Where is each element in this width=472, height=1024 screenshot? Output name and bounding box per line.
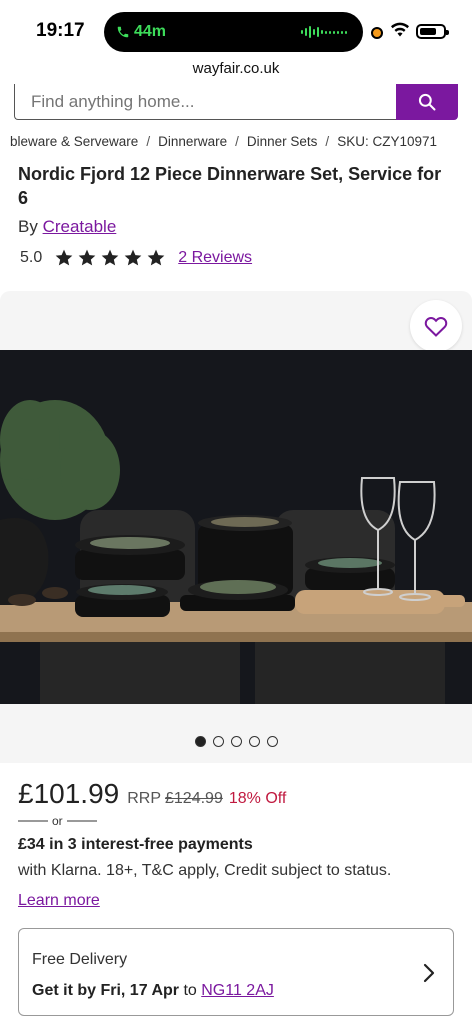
status-time: 19:17: [36, 20, 85, 41]
carousel-dots: [0, 736, 472, 747]
brand-link[interactable]: Creatable: [43, 217, 117, 236]
brand-prefix: By: [18, 217, 38, 236]
product-title: Nordic Fjord 12 Piece Dinnerware Set, Se…: [18, 164, 442, 208]
url-bar[interactable]: wayfair.co.uk: [0, 60, 472, 77]
search-bar: [14, 84, 458, 120]
klarna-title: £34 in 3 interest-free payments: [18, 836, 253, 853]
breadcrumb-link[interactable]: Dinnerware: [158, 134, 227, 149]
carousel-dot[interactable]: [212, 736, 224, 747]
mic-in-use-indicator: [371, 27, 383, 39]
learn-more-link[interactable]: Learn more: [18, 892, 100, 910]
star-icon: [101, 249, 119, 266]
breadcrumb: bleware & Serveware / Dinnerware / Dinner Se…: [10, 134, 472, 149]
brand-line: By Creatable: [18, 217, 116, 237]
delivery-date: Get it by Fri, 17 Apr to NG11 2AJ: [32, 982, 274, 1000]
call-duration: 44m: [134, 23, 167, 40]
breadcrumb-sku: SKU: CZY10971: [337, 134, 437, 149]
breadcrumb-separator: /: [235, 134, 239, 149]
delivery-eta: Get it by Fri, 17 Apr: [32, 982, 179, 999]
product-image[interactable]: [0, 350, 472, 704]
wifi-icon: [391, 22, 409, 37]
star-rating: [54, 248, 166, 268]
heart-icon: [424, 317, 448, 337]
discount-badge: 18% Off: [228, 790, 287, 807]
delivery-title: Free Delivery: [32, 951, 128, 968]
price-row: £101.99 RRP £124.99 18% Off: [18, 778, 286, 810]
star-icon: [78, 249, 96, 266]
rating-value: 5.0: [20, 249, 43, 266]
star-icon: [147, 249, 165, 266]
phone-icon: [117, 26, 129, 38]
klarna-description: with Klarna. 18+, T&C apply, Credit subj…: [18, 862, 392, 879]
breadcrumb-separator: /: [146, 134, 151, 149]
dynamic-island[interactable]: 44m: [104, 12, 363, 52]
carousel-dot[interactable]: [248, 736, 260, 747]
audio-waveform-icon: [301, 26, 347, 38]
star-icon: [55, 249, 73, 266]
delivery-to-label: to: [183, 982, 197, 999]
star-icon: [124, 249, 142, 266]
search-input[interactable]: [14, 84, 398, 120]
postcode-link[interactable]: NG11 2AJ: [201, 982, 274, 999]
carousel-dot[interactable]: [230, 736, 242, 747]
call-indicator: 44m: [116, 23, 166, 41]
chevron-right-icon: [423, 963, 435, 983]
search-icon: [418, 93, 436, 111]
breadcrumb-link[interactable]: bleware & Serveware: [10, 134, 138, 149]
delivery-card[interactable]: Free Delivery Get it by Fri, 17 Apr to N…: [18, 928, 454, 1016]
carousel-dot[interactable]: [194, 736, 206, 747]
or-label: or: [52, 814, 63, 828]
or-divider: or: [18, 814, 97, 828]
breadcrumb-separator: /: [325, 134, 330, 149]
reviews-link[interactable]: 2 Reviews: [178, 249, 252, 267]
breadcrumb-link[interactable]: Dinner Sets: [247, 134, 318, 149]
rrp-value: £124.99: [165, 790, 223, 807]
battery-icon: [416, 24, 449, 39]
favorite-button[interactable]: [410, 300, 462, 352]
rrp-label: RRP: [127, 790, 161, 807]
sale-price: £101.99: [18, 778, 120, 809]
carousel-dot[interactable]: [266, 736, 278, 747]
search-button[interactable]: [396, 84, 458, 120]
rating-row: 5.0 2 Reviews: [20, 248, 252, 268]
status-bar: 19:17 44m: [0, 0, 472, 56]
